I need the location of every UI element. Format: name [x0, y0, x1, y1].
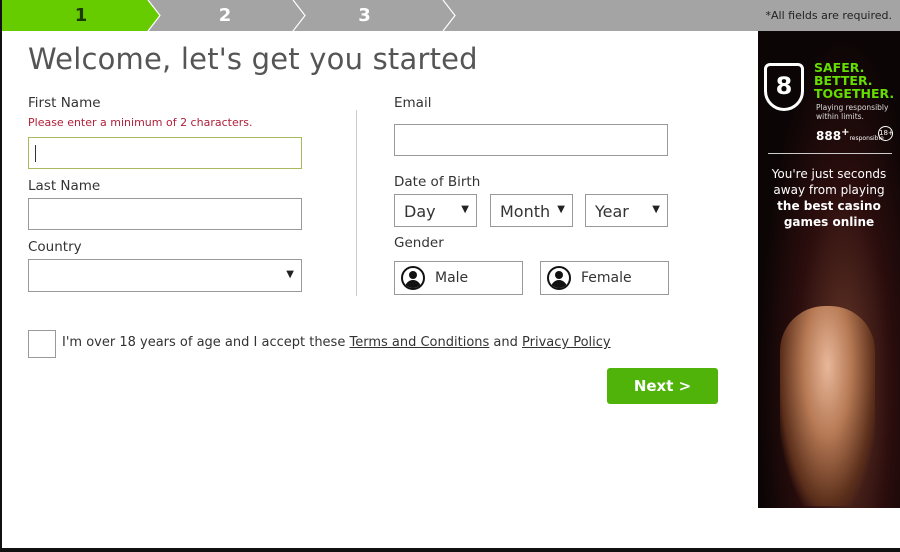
shield-8-logo: 8: [764, 63, 804, 111]
ad-message-line: away from playing: [773, 183, 885, 197]
ad-message-line: You're just seconds: [771, 167, 887, 181]
brand-name: 888: [816, 129, 842, 143]
first-name-label: First Name: [28, 95, 101, 111]
year-value: Year: [595, 202, 629, 221]
dropdown-arrow-icon: ▼: [557, 204, 565, 215]
step-2: 2: [218, 5, 232, 26]
month-value: Month: [500, 202, 551, 221]
ad-message-line: the best casino: [777, 199, 881, 213]
promo-banner[interactable]: 8 SAFER. BETTER. TOGETHER. Playing respo…: [758, 31, 900, 508]
gender-label: Gender: [394, 235, 444, 251]
step-1-active: 1: [2, 0, 160, 31]
age-terms-checkbox[interactable]: [28, 330, 56, 358]
last-name-label: Last Name: [28, 178, 101, 194]
terms-and: and: [489, 335, 523, 350]
column-divider: [356, 110, 357, 296]
last-name-input[interactable]: [28, 198, 302, 230]
registration-page: 1 2 3 *All fields are required. Welcome,…: [2, 0, 900, 548]
required-fields-note: *All fields are required.: [765, 9, 892, 22]
ad-divider: [768, 153, 892, 154]
dob-year-select[interactable]: Year ▼: [585, 194, 668, 227]
first-name-error: Please enter a minimum of 2 characters.: [28, 116, 253, 129]
person-icon: [547, 266, 571, 290]
female-label: Female: [581, 270, 632, 286]
terms-text: I'm over 18 years of age and I accept th…: [62, 335, 611, 350]
next-button[interactable]: Next >: [607, 368, 718, 404]
age-18-badge-icon: 18+: [878, 126, 894, 141]
terms-prefix: I'm over 18 years of age and I accept th…: [62, 335, 350, 350]
step-3: 3: [358, 5, 371, 26]
dropdown-arrow-icon: ▼: [286, 269, 294, 280]
dob-label: Date of Birth: [394, 174, 481, 190]
first-name-input[interactable]: [28, 137, 302, 169]
step-chevron-icon: [442, 0, 456, 31]
dob-month-select[interactable]: Month ▼: [490, 194, 573, 227]
ad-message-line: games online: [783, 215, 875, 229]
brand-logo: 888+responsible: [816, 127, 884, 143]
dropdown-arrow-icon: ▼: [461, 204, 469, 215]
step-progress-bar: 1 2 3 *All fields are required.: [2, 0, 900, 31]
ad-headline: SAFER. BETTER. TOGETHER.: [814, 61, 894, 100]
ad-headline-line: TOGETHER.: [814, 86, 895, 101]
dob-day-select[interactable]: Day ▼: [394, 194, 477, 227]
gender-female-button[interactable]: Female: [540, 261, 669, 295]
day-value: Day: [404, 202, 436, 221]
step-chevron-icon: [147, 0, 161, 31]
person-icon: [401, 266, 425, 290]
ad-message: You're just seconds away from playing th…: [762, 166, 896, 230]
ad-model-image: [780, 306, 875, 506]
email-input[interactable]: [394, 124, 668, 156]
email-label: Email: [394, 95, 432, 111]
male-label: Male: [435, 270, 469, 286]
page-title: Welcome, let's get you started: [28, 42, 478, 76]
dropdown-arrow-icon: ▼: [652, 204, 660, 215]
country-select[interactable]: ▼: [28, 259, 302, 292]
text-caret: [35, 145, 36, 162]
gender-male-button[interactable]: Male: [394, 261, 523, 295]
country-label: Country: [28, 239, 82, 255]
privacy-policy-link[interactable]: Privacy Policy: [522, 335, 611, 350]
ad-subtext: Playing responsibly within limits.: [816, 103, 889, 121]
terms-link[interactable]: Terms and Conditions: [349, 335, 489, 350]
